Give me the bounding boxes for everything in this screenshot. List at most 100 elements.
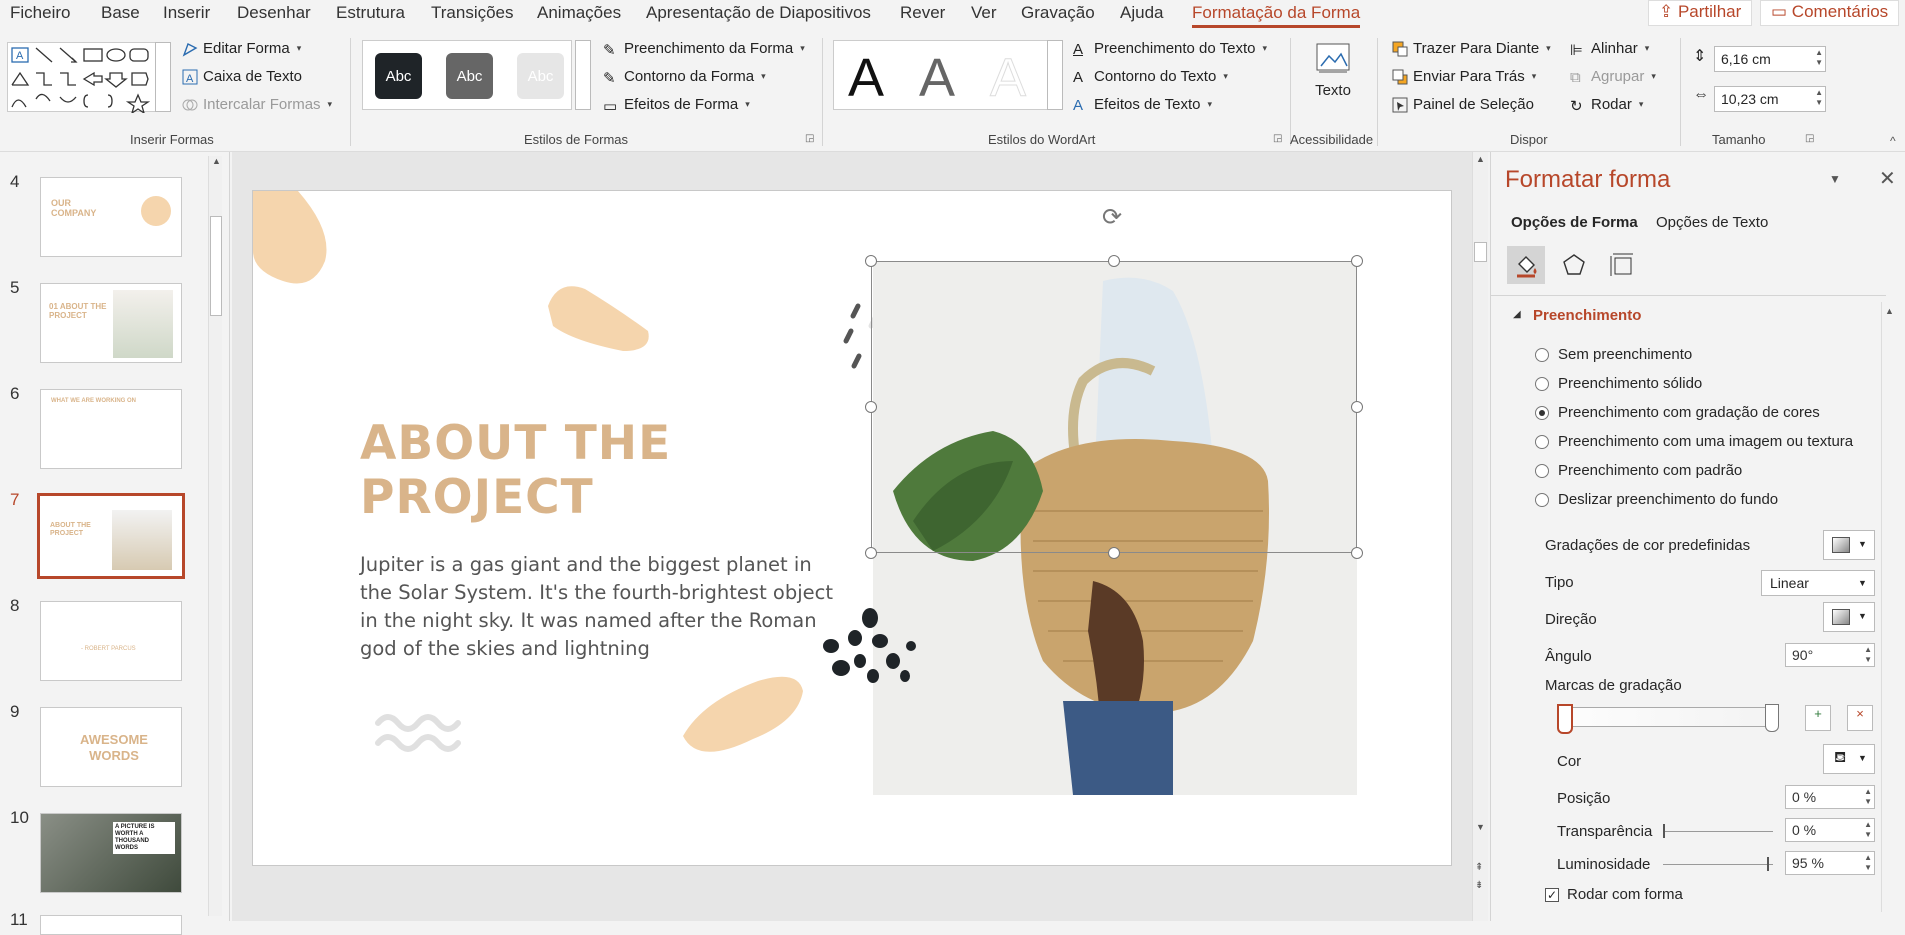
collapse-ribbon-icon[interactable]: ^ (1890, 134, 1896, 148)
add-gradient-stop-icon[interactable]: + (1805, 705, 1831, 731)
preset-gradients-dropdown[interactable]: ▼ (1823, 530, 1875, 560)
tab-text-options[interactable]: Opções de Texto (1656, 214, 1768, 231)
scroll-up-icon[interactable]: ▲ (212, 156, 221, 166)
shape-styles-scroll[interactable] (575, 40, 591, 110)
canvas-scrollbar[interactable]: ▲ ▼ ⇞ ⇟ (1472, 152, 1488, 921)
wordart-gallery[interactable]: A A A (833, 40, 1048, 110)
merge-shapes-button[interactable]: Intercalar Formas ▾ (182, 96, 332, 113)
gradient-stop[interactable] (1765, 704, 1779, 732)
gradient-stops-bar[interactable] (1557, 707, 1777, 727)
text-box-button[interactable]: A Caixa de Texto (182, 68, 302, 85)
slide-thumbnail-4[interactable]: OUR COMPANY (40, 177, 182, 257)
rotate-with-shape-checkbox[interactable]: ✓ Rodar com forma (1545, 886, 1683, 903)
tab-shape-format[interactable]: Formatação da Forma (1192, 3, 1361, 28)
wordart-style-black[interactable]: A (848, 47, 884, 109)
previous-slide-icon[interactable]: ⇞ (1475, 862, 1483, 873)
tab-insert[interactable]: Inserir (163, 3, 210, 23)
group-button[interactable]: ⧉ Agrupar ▾ (1570, 68, 1656, 86)
resize-handle-top[interactable] (1108, 255, 1120, 267)
resize-handle-right[interactable] (1351, 401, 1363, 413)
remove-gradient-stop-icon[interactable]: × (1847, 705, 1873, 731)
rotate-button[interactable]: ↻ Rodar ▾ (1570, 96, 1643, 115)
transparency-field[interactable]: 0 % ▲ ▼ (1785, 818, 1875, 842)
tab-file[interactable]: Ficheiro (10, 3, 70, 23)
shape-style-gray[interactable]: Abc (446, 53, 493, 99)
dialog-launcher-icon[interactable]: ◲ (1805, 133, 1814, 144)
scroll-up-icon[interactable]: ▲ (1476, 154, 1485, 164)
spinner-icon[interactable]: ▲ ▼ (1864, 787, 1872, 807)
shape-effects-button[interactable]: ▭ Efeitos de Forma ▾ (603, 96, 750, 115)
wordart-style-outline[interactable]: A (989, 47, 1026, 109)
luminosity-field[interactable]: 95 % ▲ ▼ (1785, 851, 1875, 875)
radio-circle[interactable] (1535, 492, 1549, 507)
tab-view[interactable]: Ver (971, 3, 997, 23)
section-fill-header[interactable]: Preenchimento (1533, 307, 1641, 324)
scroll-down-icon[interactable]: ▼ (1476, 822, 1485, 832)
radio-solid-fill[interactable]: Preenchimento sólido (1535, 375, 1702, 392)
shape-height-field[interactable]: 6,16 cm ▲ ▼ (1714, 46, 1826, 72)
radio-no-fill[interactable]: Sem preenchimento (1535, 346, 1692, 363)
effects-tab[interactable] (1555, 246, 1593, 284)
radio-circle-selected[interactable] (1535, 405, 1549, 420)
radio-gradient-fill[interactable]: Preenchimento com gradação de cores (1535, 404, 1820, 421)
bring-forward-button[interactable]: Trazer Para Diante ▾ (1392, 40, 1551, 57)
slide-thumbnail-8[interactable]: - ROBERT PARCUS (40, 601, 182, 681)
resize-handle-bottom[interactable] (1108, 547, 1120, 559)
tab-slideshow[interactable]: Apresentação de Diapositivos (646, 3, 871, 23)
shape-width-field[interactable]: 10,23 cm ▲ ▼ (1714, 86, 1826, 112)
shapes-gallery[interactable]: A (7, 42, 167, 115)
tab-draw[interactable]: Desenhar (237, 3, 311, 23)
luminosity-slider[interactable] (1663, 864, 1773, 865)
slide-title[interactable]: ABOUT THE PROJECT (360, 417, 671, 525)
spinner-icon[interactable]: ▲ ▼ (1864, 820, 1872, 840)
share-button[interactable]: ⇪ Partilhar (1648, 0, 1753, 26)
text-outline-button[interactable]: A Contorno do Texto ▾ (1073, 68, 1228, 86)
luminosity-slider-thumb[interactable] (1767, 857, 1769, 871)
text-effects-button[interactable]: A Efeitos de Texto ▾ (1073, 96, 1212, 114)
resize-handle-bottom-left[interactable] (865, 547, 877, 559)
slide-thumbnail-10[interactable]: A PICTURE IS WORTH A THOUSAND WORDS (40, 813, 182, 893)
rotate-handle-icon[interactable]: ⟳ (1102, 203, 1122, 232)
stop-color-dropdown[interactable]: ⛾ ▼ (1823, 744, 1875, 774)
alt-text-button[interactable]: Texto (1300, 40, 1366, 112)
radio-background-fill[interactable]: Deslizar preenchimento do fundo (1535, 491, 1778, 508)
tab-transitions[interactable]: Transições (431, 3, 514, 23)
comments-button[interactable]: ▭ Comentários (1760, 0, 1900, 26)
spinner-icon[interactable]: ▲ ▼ (1864, 853, 1872, 873)
gradient-type-dropdown[interactable]: Linear ▼ (1761, 570, 1875, 596)
slide-thumbnail-7-selected[interactable]: ABOUT THE PROJECT (37, 493, 185, 579)
slide-body-text[interactable]: Jupiter is a gas giant and the biggest p… (360, 551, 840, 663)
shape-fill-button[interactable]: ✎ Preenchimento da Forma ▾ (603, 40, 805, 59)
radio-picture-fill[interactable]: Preenchimento com uma imagem ou textura (1535, 433, 1853, 450)
slide-thumbnail-6[interactable]: WHAT WE ARE WORKING ON (40, 389, 182, 469)
dialog-launcher-icon[interactable]: ◲ (1273, 133, 1282, 144)
slide-thumbnail-9[interactable]: AWESOME WORDS (40, 707, 182, 787)
edit-shape-button[interactable]: Editar Forma ▾ (182, 40, 301, 57)
selection-frame[interactable] (871, 261, 1357, 553)
resize-handle-left[interactable] (865, 401, 877, 413)
transparency-slider[interactable] (1663, 831, 1773, 832)
tab-recording[interactable]: Gravação (1021, 3, 1095, 23)
tab-design[interactable]: Estrutura (336, 3, 405, 23)
spinner-icon[interactable]: ▲ ▼ (1815, 88, 1823, 108)
slide-thumbnail-11[interactable] (40, 915, 182, 935)
align-button[interactable]: ⊫ Alinhar ▾ (1570, 40, 1649, 59)
thumbnail-scrollbar[interactable]: ▲ (208, 156, 222, 916)
text-fill-button[interactable]: A Preenchimento do Texto ▾ (1073, 40, 1267, 58)
collapse-section-icon[interactable]: ◢ (1513, 309, 1521, 320)
shape-styles-gallery[interactable]: Abc Abc Abc (362, 40, 572, 110)
checkbox-checked-icon[interactable]: ✓ (1545, 887, 1559, 902)
shape-outline-button[interactable]: ✎ Contorno da Forma ▾ (603, 68, 766, 87)
position-field[interactable]: 0 % ▲ ▼ (1785, 785, 1875, 809)
tab-shape-options[interactable]: Opções de Forma (1511, 214, 1638, 231)
wordart-scroll[interactable] (1047, 40, 1063, 110)
radio-circle[interactable] (1535, 347, 1549, 362)
spinner-icon[interactable]: ▲ ▼ (1815, 48, 1823, 68)
pane-scrollbar[interactable]: ▲ (1881, 302, 1897, 912)
transparency-slider-thumb[interactable] (1663, 824, 1665, 838)
send-backward-button[interactable]: Enviar Para Trás ▾ (1392, 68, 1536, 85)
size-properties-tab[interactable] (1603, 246, 1641, 284)
gradient-stop-selected[interactable] (1557, 704, 1573, 734)
gradient-direction-dropdown[interactable]: ▼ (1823, 602, 1875, 632)
wordart-style-gray[interactable]: A (919, 47, 955, 109)
